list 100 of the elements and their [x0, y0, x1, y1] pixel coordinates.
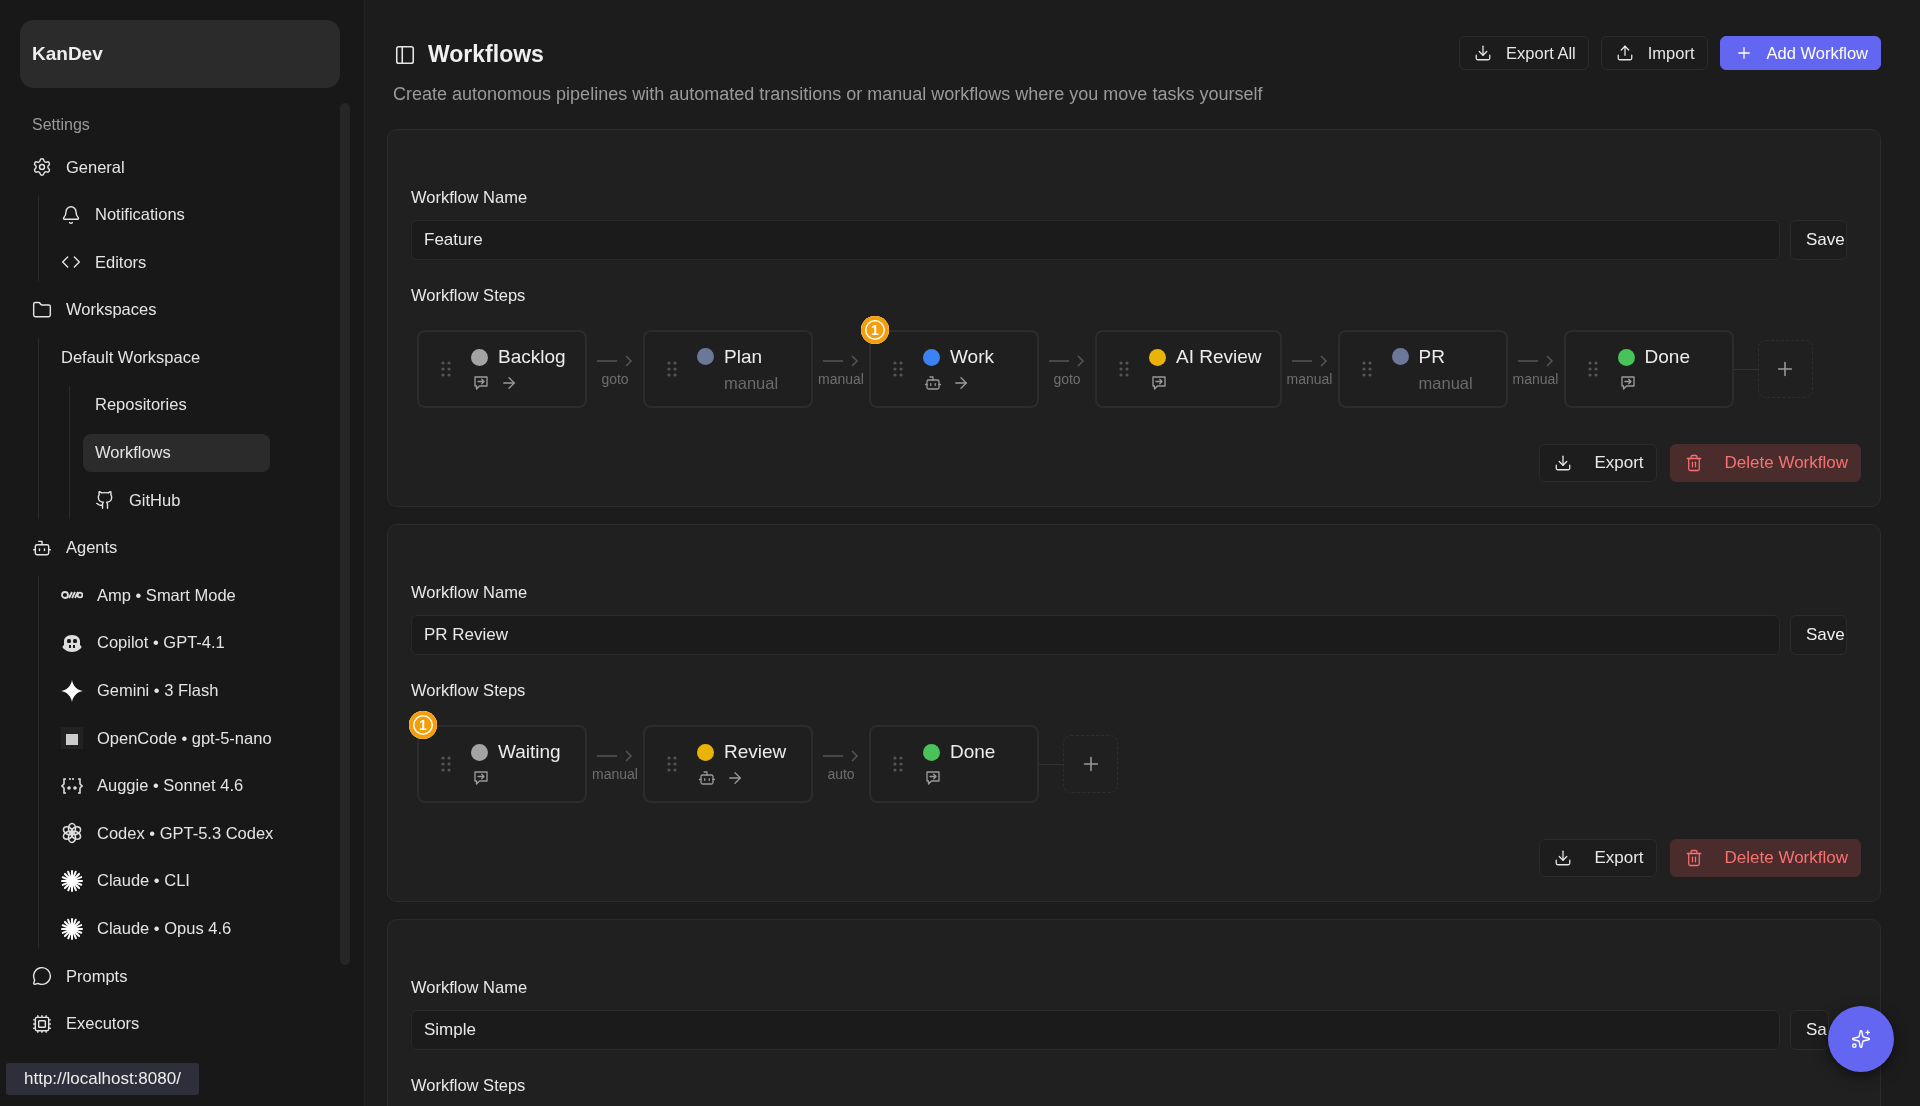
- drag-handle-icon[interactable]: [667, 756, 677, 772]
- step-card[interactable]: Backlog: [417, 330, 587, 408]
- step-name: Backlog: [498, 346, 566, 368]
- transition-label: manual: [592, 766, 638, 782]
- chat-bubble-icon: [32, 966, 52, 987]
- drag-handle-icon[interactable]: [667, 361, 677, 377]
- sidebar-item[interactable]: Agents: [20, 528, 207, 567]
- save-button[interactable]: Save: [1790, 615, 1847, 655]
- sidebar-item[interactable]: Claude • CLI: [49, 861, 236, 900]
- square-logo-icon: [61, 727, 83, 750]
- connector-arrow-icon: [823, 355, 859, 367]
- bell-icon: [61, 204, 81, 225]
- download-icon: [1554, 454, 1573, 472]
- step-name: AI Review: [1176, 346, 1262, 368]
- workflow-name-field[interactable]: Simple: [411, 1010, 1780, 1050]
- step-card[interactable]: AI Review: [1095, 330, 1282, 408]
- transition-label: manual: [818, 371, 864, 387]
- starburst-icon: [61, 917, 83, 940]
- drag-handle-icon[interactable]: [1119, 361, 1129, 377]
- add-workflow-button[interactable]: Add Workflow: [1719, 36, 1881, 70]
- robot-icon: [924, 374, 942, 392]
- add-step-button[interactable]: [1063, 735, 1118, 793]
- count-badge: 1: [409, 711, 437, 739]
- step-card[interactable]: Done: [1563, 330, 1734, 408]
- app-name[interactable]: KanDev: [20, 20, 340, 88]
- count-badge: 1: [861, 316, 889, 344]
- export-button[interactable]: Export: [1539, 839, 1657, 877]
- page-title: Workflows: [428, 41, 544, 68]
- upload-icon: [1615, 44, 1634, 62]
- sidebar-item[interactable]: Copilot • GPT-4.1: [49, 623, 237, 662]
- chip-icon: [32, 1013, 52, 1034]
- sidebar-item[interactable]: Codex • GPT-5.3 Codex: [49, 814, 286, 853]
- delete-workflow-button[interactable]: Delete Workflow: [1669, 444, 1861, 482]
- workflow-name-field[interactable]: Feature: [411, 220, 1780, 260]
- workflow-name-field[interactable]: PR Review: [411, 615, 1780, 655]
- save-button[interactable]: Save: [1790, 220, 1847, 260]
- arrow-right-icon: [726, 769, 744, 787]
- status-url: http://localhost:8080/: [6, 1063, 199, 1095]
- starburst-icon: [61, 869, 83, 892]
- step-card[interactable]: Review: [643, 725, 813, 803]
- sidebar-item[interactable]: Gemini • 3 Flash: [49, 671, 236, 710]
- message-arrow-icon: [472, 769, 490, 787]
- message-arrow-icon: [924, 769, 942, 787]
- sidebar-item[interactable]: Workspaces: [20, 290, 207, 329]
- sparkle-star-icon: [61, 679, 83, 702]
- step-card[interactable]: PR manual: [1337, 330, 1508, 408]
- step-card[interactable]: Done: [869, 725, 1039, 803]
- section-title: Settings: [31, 116, 91, 134]
- sparkles-icon: [1851, 1029, 1871, 1049]
- transition-label: auto: [827, 766, 855, 782]
- sidebar-item[interactable]: Workflows: [83, 433, 270, 472]
- field-label: Workflow Steps: [411, 286, 527, 305]
- step-name: PR: [1418, 345, 1445, 368]
- step-name: Plan: [724, 345, 763, 368]
- sidebar-item[interactable]: Auggie • Sonnet 4.6: [49, 766, 256, 805]
- sidebar-item[interactable]: Editors: [49, 243, 236, 282]
- sidebar-item[interactable]: Default Workspace: [49, 338, 236, 377]
- drag-handle-icon[interactable]: [893, 361, 903, 377]
- field-label: Workflow Name: [411, 583, 529, 602]
- sidebar-item[interactable]: Repositories: [83, 385, 270, 424]
- step-name: Waiting: [498, 741, 561, 763]
- connector-arrow-icon: [823, 750, 859, 762]
- sidebar-item[interactable]: OpenCode • gpt-5-nano: [49, 719, 284, 758]
- sidebar-item[interactable]: Notifications: [49, 195, 236, 234]
- drag-handle-icon[interactable]: [441, 756, 451, 772]
- sidebar-item[interactable]: GitHub: [83, 481, 270, 520]
- connector-arrow-icon: [1291, 355, 1328, 367]
- connector-arrow-icon: [1049, 355, 1085, 367]
- field-label: Workflow Steps: [411, 681, 527, 700]
- delete-workflow-button[interactable]: Delete Workflow: [1669, 839, 1861, 877]
- drag-handle-icon[interactable]: [441, 361, 451, 377]
- sidebar-item[interactable]: Prompts: [20, 957, 207, 996]
- connector-arrow-icon: [1517, 355, 1554, 367]
- copilot-logo-icon: [61, 632, 83, 653]
- save-button[interactable]: Sa: [1790, 1010, 1829, 1050]
- drag-handle-icon[interactable]: [1361, 361, 1372, 377]
- sidebar-item[interactable]: General: [20, 148, 207, 186]
- step-name: Done: [1644, 346, 1690, 368]
- step-card[interactable]: Plan manual: [643, 330, 813, 408]
- drag-handle-icon[interactable]: [893, 756, 903, 772]
- transition-label: goto: [1053, 371, 1081, 387]
- sidebar-item[interactable]: Claude • Opus 4.6: [49, 909, 244, 948]
- add-step-button[interactable]: [1757, 340, 1813, 398]
- message-arrow-icon: [472, 374, 490, 392]
- import-button[interactable]: Import: [1600, 36, 1708, 70]
- bracket-face-icon: [61, 775, 83, 796]
- transition-label: manual: [1512, 371, 1559, 387]
- sidebar-item[interactable]: Executors: [20, 1004, 207, 1043]
- sidebar-item[interactable]: Amp • Smart Mode: [49, 576, 248, 615]
- trash-icon: [1684, 849, 1703, 867]
- field-label: Workflow Name: [411, 978, 529, 997]
- drag-handle-icon[interactable]: [1587, 361, 1598, 377]
- arrow-right-icon: [952, 374, 970, 392]
- step-mode: manual: [723, 373, 779, 393]
- export-button[interactable]: Export: [1539, 444, 1657, 482]
- arrow-right-icon: [500, 374, 518, 392]
- export-button[interactable]: Export All: [1459, 36, 1589, 70]
- connector-arrow-icon: [597, 750, 633, 762]
- panel-icon: [394, 43, 416, 66]
- transition-label: manual: [1286, 371, 1333, 387]
